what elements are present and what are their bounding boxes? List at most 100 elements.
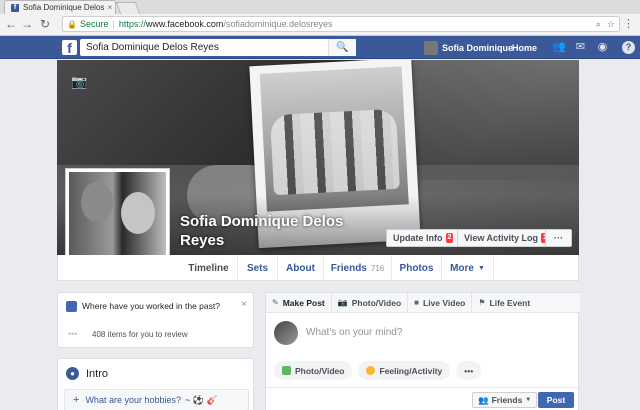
work-prompt-card: Where have you worked in the past? × •••… (57, 292, 254, 348)
user-name-label: Sofia Dominique (442, 43, 514, 53)
tab-about[interactable]: About (278, 255, 324, 281)
quick-help-icon[interactable]: ? (622, 41, 635, 54)
update-info-button[interactable]: Update Info 2 (386, 229, 461, 247)
avatar (424, 41, 438, 55)
close-icon[interactable]: × (241, 299, 247, 310)
action-label: Feeling/Activity (379, 365, 443, 376)
browser-tab[interactable]: f Sofia Dominique Delos R × (4, 0, 116, 14)
address-bar[interactable]: 🔒 Secure | https:// www.facebook.com /so… (62, 16, 620, 32)
tab-sets[interactable]: Sets (238, 255, 278, 281)
friend-requests-icon[interactable]: 👥 (552, 41, 566, 54)
tab-timeline[interactable]: Timeline (180, 255, 238, 281)
tab-photo-video[interactable]: 📷 Photo/Video (332, 292, 409, 313)
lock-icon: 🔒 (67, 19, 77, 29)
new-tab-button[interactable] (115, 2, 141, 14)
url-scheme: https:// (118, 19, 146, 29)
composer-tab-label: Make Post (282, 297, 325, 308)
profile-nav-tabs: Timeline Sets About Friends 716 Photos M… (57, 255, 579, 281)
update-info-badge: 2 (445, 233, 454, 243)
friends-count: 716 (370, 263, 385, 273)
audience-selector[interactable]: 👥 Friends ▼ (472, 392, 538, 408)
url-path: /sofiadominique.delosreyes (223, 19, 333, 29)
tab-live-video[interactable]: ■ Live Video (408, 292, 473, 313)
intro-card: ● Intro + What are your hobbies? ~ ⚽ 🎸 (57, 358, 254, 410)
camera-icon: 📷 (337, 298, 348, 307)
post-composer: ✎ Make Post 📷 Photo/Video ■ Live Video ⚑… (265, 292, 580, 410)
camera-icon[interactable]: 📷 (71, 74, 87, 89)
browser-tab-title: Sofia Dominique Delos R (23, 3, 105, 12)
feeling-activity-button[interactable]: Feeling/Activity (358, 361, 451, 380)
photo-icon (282, 366, 291, 375)
back-arrow-icon[interactable]: ← (4, 17, 18, 31)
profile-name[interactable]: Sofia Dominique Delos Reyes (180, 212, 380, 250)
group-of-students (269, 108, 400, 196)
caret-down-icon: ▼ (477, 264, 485, 272)
briefcase-icon (66, 301, 77, 312)
add-hobbies-button[interactable]: + What are your hobbies? ~ ⚽ 🎸 (64, 389, 249, 410)
video-camera-icon: ■ (414, 298, 419, 307)
person-silhouette (81, 182, 113, 222)
avatar (274, 321, 298, 345)
reload-icon[interactable]: ↻ (38, 17, 52, 31)
search-value: Sofia Dominique Delos Reyes (86, 42, 219, 53)
browser-toolbar: ← → ↻ 🔒 Secure | https:// www.facebook.c… (0, 14, 640, 36)
profile-picture-image (69, 172, 166, 267)
tab-label: Sets (246, 262, 269, 274)
bookmark-star-icon[interactable]: ☆ (607, 19, 615, 30)
browser-tab-strip: f Sofia Dominique Delos R × (0, 0, 640, 14)
pencil-icon: ✎ (272, 298, 279, 307)
tab-label: Photos (399, 262, 434, 274)
status-input[interactable]: What's on your mind? (306, 327, 402, 338)
review-items-text[interactable]: 408 items for you to review (92, 330, 188, 339)
composer-actions: Photo/Video Feeling/Activity ••• (274, 361, 482, 380)
notifications-globe-icon[interactable]: ◉ (596, 41, 609, 54)
polaroid-image (259, 66, 409, 212)
update-info-label: Update Info (393, 233, 443, 243)
tab-make-post[interactable]: ✎ Make Post (266, 292, 332, 313)
tab-more[interactable]: More ▼ (442, 255, 494, 281)
person-silhouette (121, 192, 155, 234)
search-input[interactable]: Sofia Dominique Delos Reyes 🔍 (80, 39, 356, 56)
messages-icon[interactable]: ✉ (574, 41, 587, 54)
profile-shortcut[interactable]: Sofia Dominique (424, 41, 513, 55)
photo-video-button[interactable]: Photo/Video (274, 361, 353, 380)
activity-log-label: View Activity Log (464, 233, 539, 243)
composer-tab-label: Life Event (489, 297, 531, 308)
zoom-icon[interactable]: ⌕ (596, 19, 601, 30)
friends-icon: 👥 (478, 394, 489, 405)
post-button[interactable]: Post (538, 392, 574, 408)
url-host: www.facebook.com (145, 19, 224, 29)
work-prompt-title[interactable]: Where have you worked in the past? (82, 301, 242, 311)
action-label: ••• (464, 365, 474, 376)
tab-label: About (286, 262, 315, 274)
facebook-top-bar: f Sofia Dominique Delos Reyes 🔍 Sofia Do… (0, 36, 640, 59)
tab-photos[interactable]: Photos (392, 255, 442, 281)
more-actions-button[interactable]: ••• (456, 361, 482, 380)
tab-friends[interactable]: Friends 716 (324, 255, 392, 281)
omnibox-actions: ⌕ ☆ (596, 19, 619, 30)
facebook-favicon-icon: f (11, 3, 19, 12)
tab-label: More (450, 262, 474, 274)
composer-tabs: ✎ Make Post 📷 Photo/Video ■ Live Video ⚑… (266, 292, 580, 313)
search-icon[interactable]: 🔍 (328, 39, 356, 56)
caret-down-icon: ▼ (525, 397, 532, 403)
tab-label: Timeline (188, 262, 229, 274)
intro-title: Intro (86, 368, 109, 380)
composer-tab-label: Photo/Video (351, 297, 402, 308)
audience-label: Friends (491, 395, 523, 405)
action-label: Photo/Video (295, 365, 345, 376)
smiley-icon (366, 366, 376, 375)
tab-label: Friends (330, 262, 367, 274)
facebook-logo-icon[interactable]: f (62, 40, 77, 56)
home-link[interactable]: Home (512, 43, 537, 53)
more-options-button[interactable]: ··· (545, 229, 572, 247)
tab-close-icon[interactable]: × (105, 3, 115, 12)
browser-menu-icon[interactable]: ⋮ (623, 17, 634, 30)
plus-icon: + (73, 394, 80, 406)
forward-arrow-icon[interactable]: → (20, 17, 34, 31)
composer-footer: 👥 Friends ▼ Post (266, 387, 580, 410)
globe-icon: ● (66, 367, 79, 380)
tab-life-event[interactable]: ⚑ Life Event (472, 293, 536, 313)
hobby-emoji: ~ ⚽ 🎸 (185, 394, 218, 405)
secure-label: Secure (79, 19, 109, 29)
